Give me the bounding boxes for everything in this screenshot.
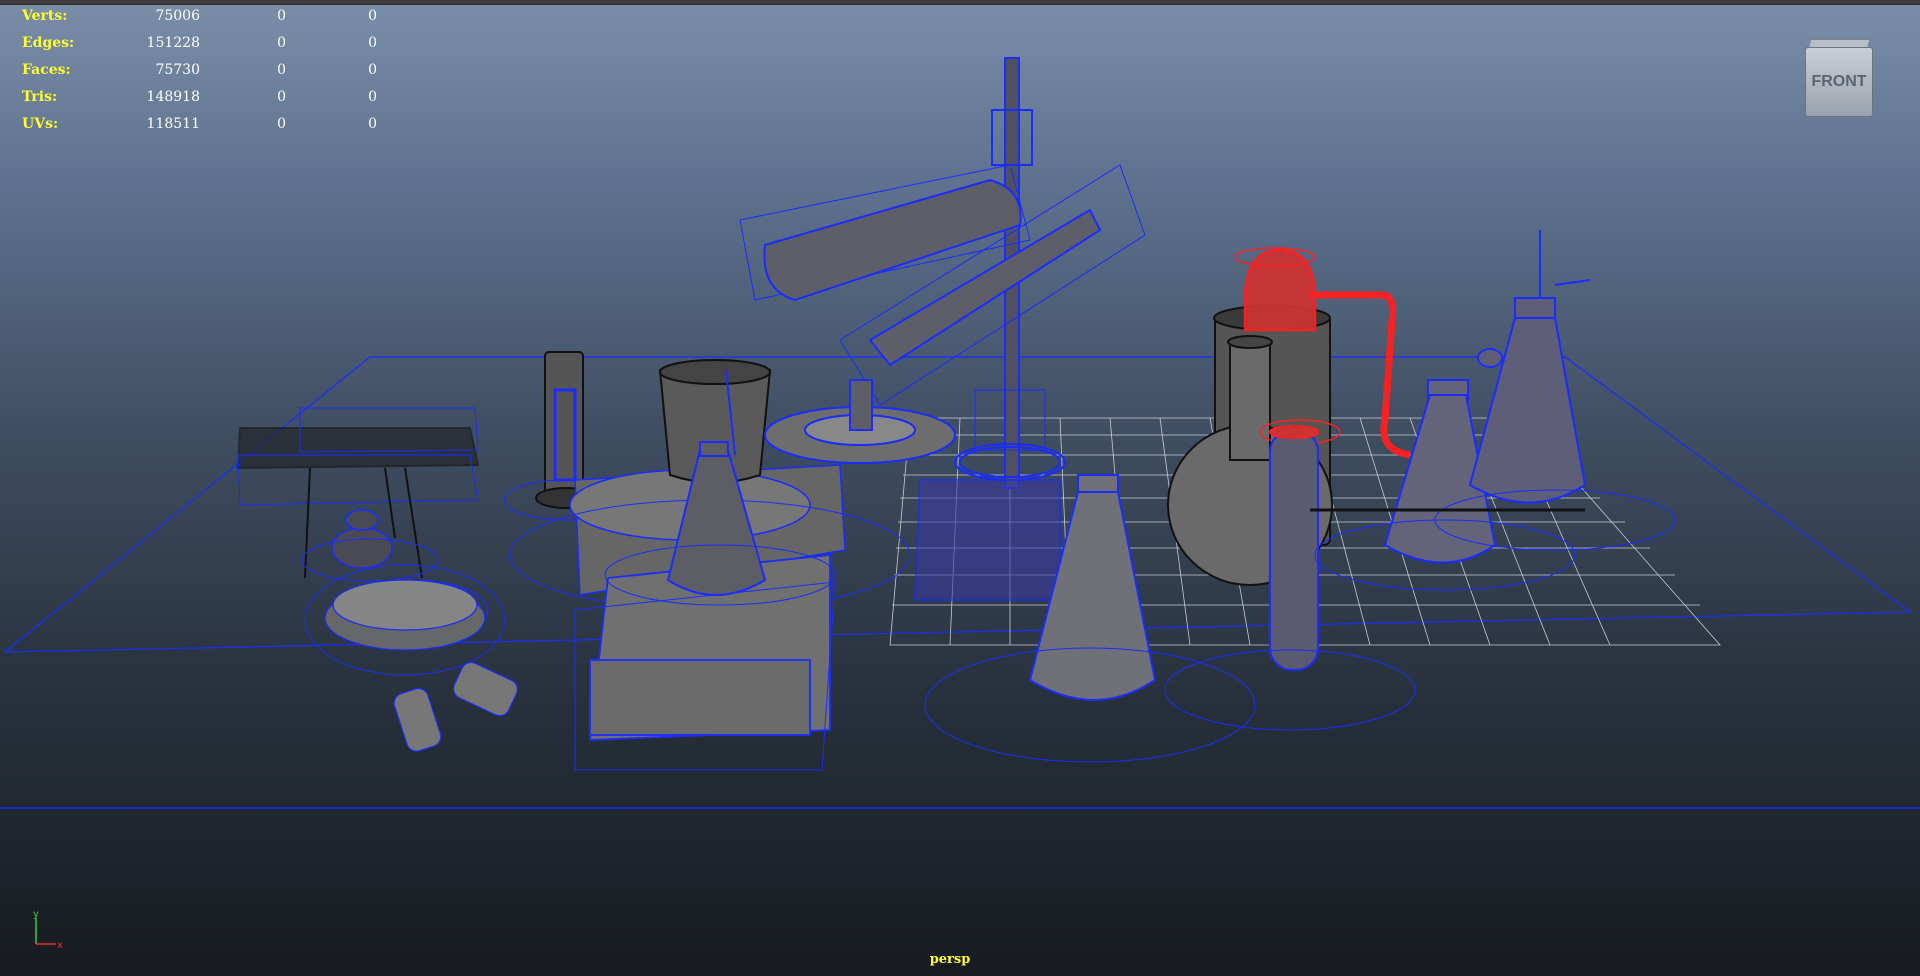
petri-dish-wire	[304, 564, 506, 676]
hud-label: Edges:	[22, 34, 75, 51]
y-axis-label: y	[33, 909, 39, 920]
hud-label: UVs:	[22, 115, 59, 132]
viewcube-front-face[interactable]: FRONT	[1805, 47, 1873, 117]
hud-total: 75730	[155, 61, 200, 78]
x-axis-label: x	[57, 940, 63, 948]
axis-gizmo-icon: y x	[33, 909, 63, 948]
hud-selected: 0	[277, 88, 286, 105]
hud-label: Tris:	[22, 88, 58, 105]
hud-selected: 0	[277, 115, 286, 132]
hud-selected: 0	[277, 7, 286, 24]
hud-row-tris: Tris: 148918 0 0	[22, 83, 377, 110]
hud-total: 151228	[146, 34, 200, 51]
scene-canvas[interactable]	[0, 0, 1920, 976]
hud-row-edges: Edges: 151228 0 0	[22, 29, 377, 56]
hud-row-uvs: UVs: 118511 0 0	[22, 110, 377, 137]
viewcube[interactable]: FRONT	[1803, 37, 1873, 119]
hud-selected: 0	[277, 34, 286, 51]
poly-count-hud: Verts: 75006 0 0 Edges: 151228 0 0 Faces…	[22, 2, 377, 137]
camera-name-label: persp	[929, 952, 971, 967]
hud-row-verts: Verts: 75006 0 0	[22, 2, 377, 29]
hud-selected-2: 0	[368, 34, 377, 51]
lying-test-tubes-wire	[393, 661, 518, 752]
hud-row-faces: Faces: 75730 0 0	[22, 56, 377, 83]
hud-selected-2: 0	[368, 115, 377, 132]
hud-selected-2: 0	[368, 88, 377, 105]
hud-selected-2: 0	[368, 61, 377, 78]
hud-total: 118511	[146, 115, 200, 132]
hud-total: 75006	[155, 7, 200, 24]
hud-label: Faces:	[22, 61, 71, 78]
hud-label: Verts:	[22, 7, 68, 24]
hud-selected-2: 0	[368, 7, 377, 24]
small-vessel-wire	[301, 509, 439, 582]
maya-perspective-viewport[interactable]: Verts: 75006 0 0 Edges: 151228 0 0 Faces…	[0, 0, 1920, 976]
hud-total: 148918	[146, 88, 200, 105]
hud-selected: 0	[277, 61, 286, 78]
